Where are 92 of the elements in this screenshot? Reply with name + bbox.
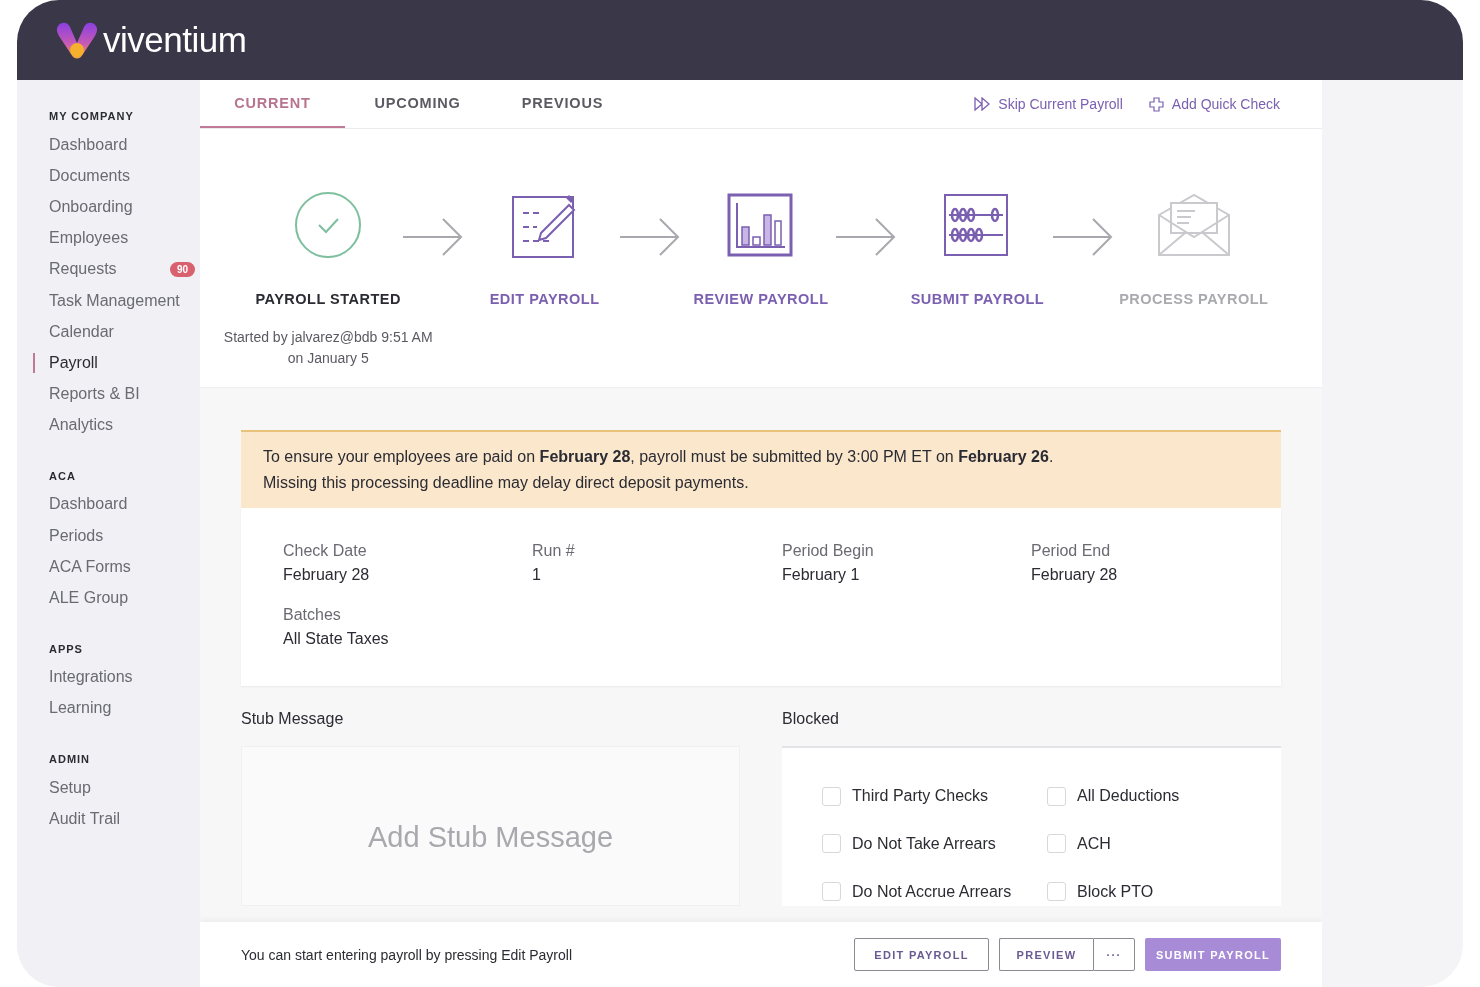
item-label: Periods — [49, 526, 104, 545]
arrow-icon — [1050, 217, 1115, 257]
checkbox-label: All Deductions — [1077, 787, 1180, 806]
item-label: ACA Forms — [49, 557, 131, 576]
plus-icon — [1148, 96, 1164, 112]
action-link[interactable]: Add Quick Check — [1148, 96, 1280, 112]
fast-forward-icon — [974, 97, 991, 111]
action-button[interactable]: PREVIEW — [999, 938, 1093, 971]
count-badge: 90 — [169, 261, 195, 277]
action-button[interactable]: EDIT PAYROLL — [854, 938, 989, 971]
sidebar-item[interactable]: Reports & BI — [17, 378, 200, 410]
sidebar-item[interactable]: Task Management — [17, 284, 200, 317]
brand-name: viventium — [103, 20, 247, 60]
section-heading: ACA — [48, 469, 77, 482]
submit-button[interactable]: SUBMIT PAYROLL — [1145, 938, 1281, 971]
item-label: Learning — [49, 699, 112, 718]
item-label: Calendar — [49, 322, 114, 341]
checkbox[interactable] — [822, 834, 841, 854]
item-label: Documents — [49, 166, 130, 185]
sidebar-item[interactable]: ALE Group — [17, 582, 200, 614]
section-heading: Stub Message — [241, 710, 345, 728]
item-label: Onboarding — [49, 197, 133, 216]
step-label: PROCESS PAYROLL — [1119, 291, 1269, 307]
checkbox[interactable] — [822, 786, 841, 806]
step-label: PAYROLL STARTED — [255, 291, 401, 307]
tab[interactable]: PREVIOUS — [490, 80, 635, 128]
sidebar-item[interactable]: Dashboard — [17, 488, 200, 521]
item-label: ALE Group — [49, 589, 129, 608]
item-label: Task Management — [49, 291, 180, 310]
checkbox-label: Do Not Take Arrears — [852, 835, 996, 853]
check-circle-icon — [294, 191, 363, 259]
checkbox[interactable] — [1047, 786, 1066, 806]
envelope-icon — [1156, 193, 1231, 257]
sidebar-item[interactable]: Requests 90 — [17, 253, 200, 285]
item-label: Dashboard — [49, 135, 128, 154]
arrow-icon — [617, 217, 682, 257]
sidebar-item[interactable]: Employees — [17, 222, 200, 254]
checkbox-label: Third Party Checks — [852, 787, 989, 806]
more-button[interactable]: ··· — [1093, 938, 1135, 971]
bar-chart-icon — [727, 191, 795, 259]
field-label: Period End — [1031, 542, 1112, 560]
sidebar-item[interactable]: ACA Forms — [17, 551, 200, 583]
selection-indicator — [33, 353, 35, 374]
sidebar-item[interactable]: Onboarding — [17, 191, 200, 223]
sidebar-item[interactable]: Setup — [17, 772, 200, 804]
item-label: Audit Trail — [49, 809, 121, 828]
field-value: February 28 — [1031, 566, 1119, 584]
checkbox[interactable] — [1047, 882, 1066, 902]
tab[interactable]: UPCOMING — [345, 80, 490, 128]
field-value: February 28 — [283, 566, 371, 584]
sidebar-item[interactable]: Learning — [17, 692, 200, 724]
field-value: 1 — [532, 566, 542, 584]
section-heading: MY COMPANY — [48, 110, 135, 122]
step-label: EDIT PAYROLL — [489, 291, 600, 307]
section-heading: Blocked — [782, 710, 840, 728]
field-label: Check Date — [283, 542, 368, 560]
action-link[interactable]: Skip Current Payroll — [974, 96, 1123, 112]
checkbox[interactable] — [1047, 834, 1066, 854]
field-label: Run # — [532, 542, 576, 560]
sidebar-item[interactable]: Analytics — [17, 409, 200, 441]
checkbox[interactable] — [822, 882, 841, 902]
checkbox-label: Do Not Accrue Arrears — [852, 882, 1012, 901]
section-heading: ADMIN — [48, 753, 92, 765]
deadline-alert: To ensure your employees are paid on February 28, payroll must be submitted by 3:00 PM ET on February 26. Missing this processing deadline may delay direct deposit payments. — [241, 430, 1281, 508]
sidebar-item[interactable]: Periods — [17, 520, 200, 552]
field-value: All State Taxes — [283, 630, 390, 648]
item-label: Setup — [49, 778, 91, 797]
field-label: Batches — [283, 606, 342, 624]
item-label: Requests — [49, 260, 117, 279]
stub-message-field[interactable]: Add Stub Message — [241, 746, 740, 906]
item-label: Reports & BI — [49, 385, 140, 404]
checkbox-label: ACH — [1077, 835, 1111, 853]
checkbox-label: Block PTO — [1077, 882, 1154, 901]
sidebar-item[interactable]: Payroll — [17, 347, 200, 379]
item-label: Dashboard — [49, 495, 128, 514]
field-value: February 1 — [782, 566, 861, 584]
step-note: Started by jalvarez@bdb 9:51 AM on January 5 — [223, 328, 433, 368]
item-label: Integrations — [49, 668, 133, 687]
sidebar-item[interactable]: Integrations — [17, 661, 200, 693]
step-label: REVIEW PAYROLL — [693, 291, 829, 307]
sidebar-item[interactable]: Audit Trail — [17, 803, 200, 835]
logo-icon — [55, 20, 99, 60]
item-label: Employees — [49, 229, 129, 248]
sidebar-item[interactable]: Documents — [17, 160, 200, 192]
field-label: Period Begin — [782, 542, 875, 560]
item-label: Payroll — [49, 353, 98, 372]
footer-message: You can start entering payroll by pressing Edit Payroll — [241, 946, 572, 963]
step-label: SUBMIT PAYROLL — [910, 291, 1045, 307]
section-heading: APPS — [48, 642, 84, 655]
sidebar-item[interactable]: Calendar — [17, 316, 200, 348]
item-label: Analytics — [49, 416, 114, 435]
sidebar-item[interactable]: Dashboard — [17, 129, 200, 161]
